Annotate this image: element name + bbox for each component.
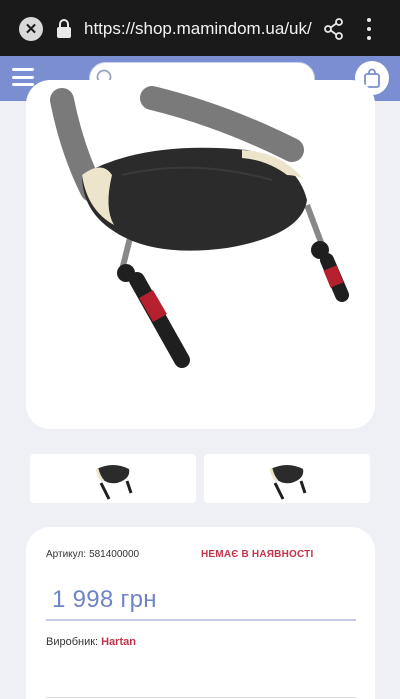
stock-status-badge: НЕМАЄ В НАЯВНОСТІ: [201, 549, 314, 560]
divider: [46, 697, 356, 698]
browser-address-bar: ✕ https://shop.mamindom.ua/uk/k: [0, 0, 400, 56]
manufacturer-link[interactable]: Hartan: [101, 636, 136, 648]
divider: [46, 619, 356, 621]
url-field[interactable]: https://shop.mamindom.ua/uk/k: [84, 19, 312, 39]
close-icon: ✕: [24, 21, 38, 38]
sku: Артикул: 581400000: [46, 549, 139, 560]
thumbnail-2[interactable]: [204, 454, 370, 503]
thumbnail-image: [269, 464, 307, 500]
share-icon[interactable]: [324, 18, 344, 40]
sku-value: 581400000: [89, 549, 140, 560]
menu-icon[interactable]: [12, 68, 34, 86]
product-image[interactable]: [42, 80, 362, 390]
lock-icon: [57, 19, 71, 38]
product-image-card: [26, 80, 375, 429]
manufacturer: Виробник: Hartan: [46, 636, 136, 648]
manufacturer-label: Виробник:: [46, 636, 99, 648]
product-price: 1 998 грн: [52, 586, 157, 613]
more-options-icon[interactable]: [362, 18, 376, 40]
product-info-card: Артикул: 581400000 НЕМАЄ В НАЯВНОСТІ 1 99…: [26, 527, 375, 699]
sku-label: Артикул:: [46, 549, 87, 560]
thumbnail-image: [95, 464, 133, 500]
thumbnail-1[interactable]: [30, 454, 196, 503]
close-tab-button[interactable]: ✕: [19, 17, 43, 41]
